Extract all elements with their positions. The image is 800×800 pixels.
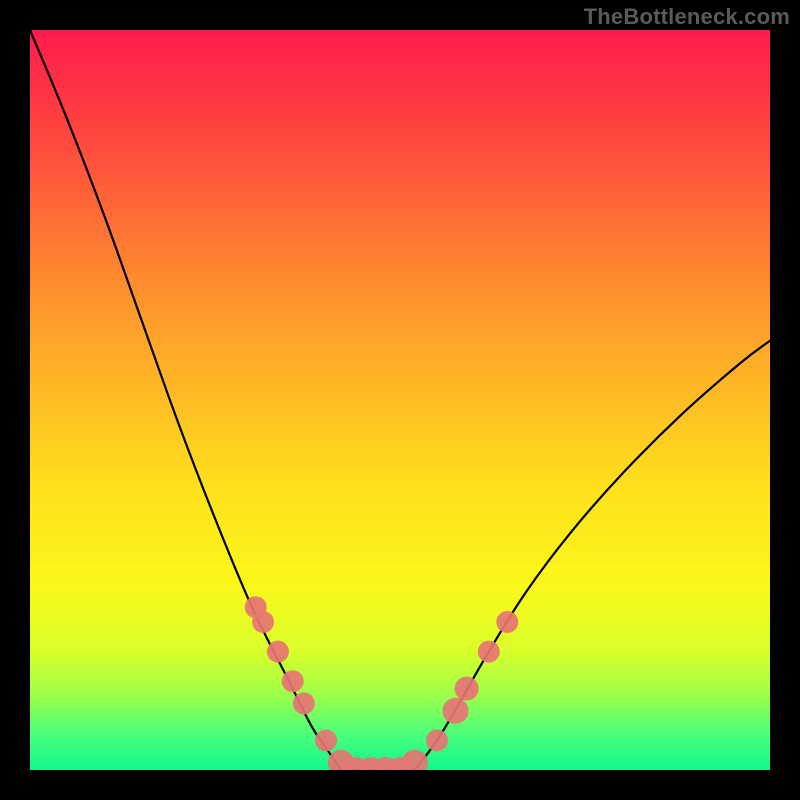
plot-area — [30, 30, 770, 770]
marker-16 — [496, 611, 518, 633]
marker-14 — [455, 677, 479, 701]
marker-1 — [252, 611, 274, 633]
bottleneck-curve — [30, 30, 770, 770]
chart-svg — [30, 30, 770, 770]
marker-11 — [402, 750, 428, 770]
marker-15 — [478, 641, 500, 663]
marker-2 — [267, 641, 289, 663]
series-curve-left — [30, 30, 341, 770]
series-curve-right — [415, 341, 770, 770]
marker-13 — [443, 698, 469, 724]
marker-12 — [426, 729, 448, 751]
data-markers — [245, 596, 519, 770]
marker-4 — [293, 692, 315, 714]
marker-5 — [315, 729, 337, 751]
watermark-text: TheBottleneck.com — [584, 4, 790, 30]
marker-3 — [282, 670, 304, 692]
chart-container: { "watermark": "TheBottleneck.com", "cha… — [0, 0, 800, 800]
